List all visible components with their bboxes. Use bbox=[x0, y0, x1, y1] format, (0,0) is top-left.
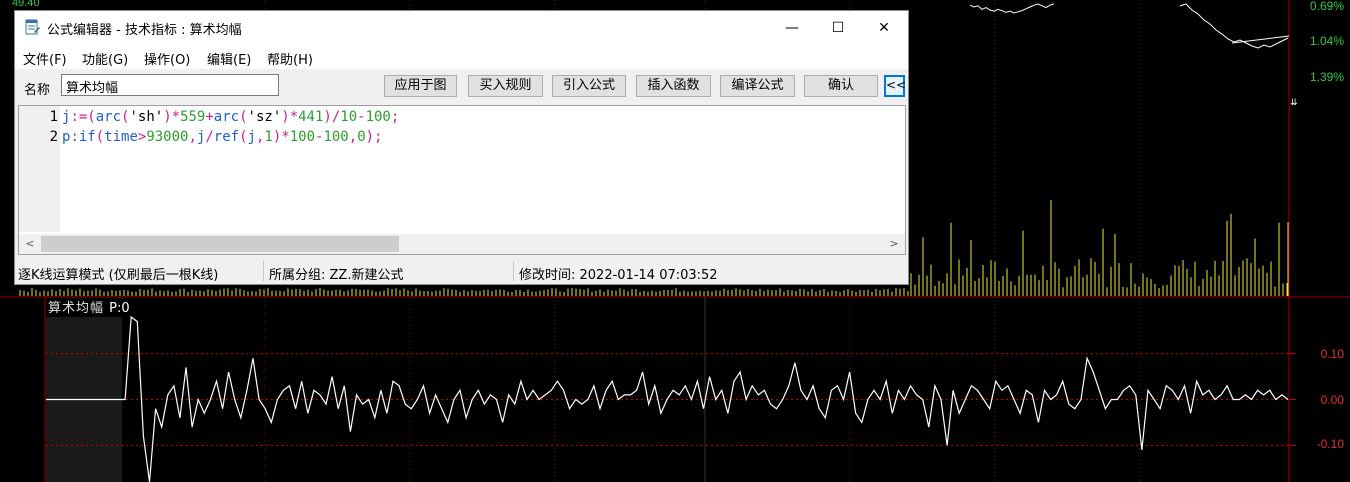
indicator-panel[interactable] bbox=[46, 315, 1296, 482]
code-token: : bbox=[70, 129, 79, 145]
axis-scroll-down-icon[interactable]: ⇊ bbox=[1290, 98, 1300, 108]
code-token: :=( bbox=[70, 109, 96, 125]
menu-operation[interactable]: 操作(O) bbox=[144, 49, 190, 68]
status-modified: 修改时间: 2022-01-14 07:03:52 bbox=[519, 268, 718, 283]
code-token: 100 bbox=[365, 109, 391, 125]
code-token: 'sz' bbox=[247, 109, 282, 125]
line-number-gutter: 1 2 bbox=[19, 106, 60, 232]
code-token: / bbox=[205, 129, 214, 145]
code-token: 10 bbox=[340, 109, 358, 125]
indicator-title: 算术均幅 P:0 bbox=[48, 297, 130, 316]
maximize-button[interactable]: ☐ bbox=[815, 11, 861, 44]
code-token: ); bbox=[365, 129, 383, 145]
name-input[interactable]: 算术均幅 bbox=[61, 74, 279, 96]
menu-function[interactable]: 功能(G) bbox=[82, 49, 128, 68]
code-token: 1 bbox=[264, 129, 273, 145]
window-title: 公式编辑器 - 技术指标 : 算术均幅 bbox=[47, 23, 242, 38]
code-token: 100 bbox=[289, 129, 316, 145]
status-group: 所属分组: ZZ.新建公式 bbox=[269, 268, 404, 283]
code-token: 100 bbox=[323, 129, 349, 145]
minimize-icon: — bbox=[785, 19, 799, 36]
code-token: 'sh' bbox=[129, 109, 164, 125]
scroll-left-icon[interactable]: < bbox=[21, 235, 39, 253]
code-token: + bbox=[205, 109, 214, 125]
code-token: ( bbox=[95, 129, 105, 145]
indicator-tick-2: -0.10 bbox=[1316, 437, 1344, 451]
code-token: 93000 bbox=[146, 129, 189, 145]
code-token: ) bbox=[281, 109, 290, 125]
code-token: j bbox=[247, 129, 256, 145]
code-token: * bbox=[171, 109, 181, 125]
status-mode: 逐K线运算模式 (仅刷最后一根K线) bbox=[18, 268, 219, 283]
name-label: 名称 bbox=[24, 83, 51, 98]
code-token: if bbox=[78, 129, 96, 145]
line-number-2: 2 bbox=[49, 129, 58, 145]
right-pct-label-3: 1.39% bbox=[1309, 70, 1344, 84]
status-divider bbox=[513, 261, 514, 281]
scroll-right-icon[interactable]: > bbox=[885, 235, 903, 253]
code-token: ; bbox=[390, 109, 400, 125]
formula-editor-window[interactable]: 公式编辑器 - 技术指标 : 算术均幅 — ☐ ✕ 文件(F) 功能(G) 操作… bbox=[14, 10, 909, 285]
close-button[interactable]: ✕ bbox=[861, 11, 907, 44]
menu-file[interactable]: 文件(F) bbox=[23, 49, 67, 68]
collapse-panel-button[interactable]: << bbox=[884, 75, 906, 97]
status-bar: 逐K线运算模式 (仅刷最后一根K线) 所属分组: ZZ.新建公式 修改时间: 2… bbox=[15, 258, 908, 284]
buy-rule-button[interactable]: 买入规则 bbox=[468, 75, 543, 97]
insert-function-button[interactable]: 插入函数 bbox=[636, 75, 711, 97]
price-line-area bbox=[969, 3, 1290, 49]
code-line-2[interactable]: p:if(time>93000,j/ref(j,1)*100-100,0); bbox=[62, 129, 382, 145]
code-token: - bbox=[357, 109, 366, 125]
code-token: 559 bbox=[180, 109, 206, 125]
menu-edit[interactable]: 编辑(E) bbox=[207, 49, 251, 68]
code-token: , bbox=[188, 129, 197, 145]
indicator-value: P:0 bbox=[109, 301, 130, 316]
price-line bbox=[969, 3, 1055, 14]
code-token: ) bbox=[163, 109, 172, 125]
code-token: arc bbox=[95, 109, 122, 125]
code-token: ( bbox=[239, 129, 248, 145]
code-token: 0 bbox=[357, 129, 366, 145]
apply-to-chart-button[interactable]: 应用于图 bbox=[384, 75, 457, 97]
code-token: ref bbox=[213, 129, 240, 145]
code-line-1[interactable]: j:=(arc('sh')*559+arc('sz')*441)/10-100; bbox=[62, 109, 399, 125]
minimize-button[interactable]: — bbox=[769, 11, 815, 44]
right-pct-label-1: 0.69% bbox=[1309, 0, 1344, 13]
horizontal-scrollbar[interactable]: < > bbox=[19, 234, 905, 254]
code-token: arc bbox=[213, 109, 240, 125]
price-line bbox=[1179, 3, 1289, 49]
left-price-label: 49.40 bbox=[12, 0, 40, 9]
import-formula-button[interactable]: 引入公式 bbox=[552, 75, 626, 97]
toolbar: 名称 算术均幅 应用于图 买入规则 引入公式 插入函数 编译公式 确认 << bbox=[15, 69, 908, 104]
line-number-1: 1 bbox=[49, 109, 58, 125]
indicator-name: 算术均幅 bbox=[48, 301, 105, 316]
menu-bar: 文件(F) 功能(G) 操作(O) 编辑(E) 帮助(H) bbox=[15, 44, 908, 69]
menu-help[interactable]: 帮助(H) bbox=[267, 49, 313, 68]
indicator-tick-1: 0.00 bbox=[1320, 393, 1344, 407]
scrollbar-thumb[interactable] bbox=[41, 236, 399, 252]
notepad-icon bbox=[25, 19, 40, 35]
code-editor[interactable]: 1 2 j:=(arc('sh')*559+arc('sz')*441)/10-… bbox=[18, 105, 906, 255]
compile-formula-button[interactable]: 编译公式 bbox=[720, 75, 795, 97]
code-token: * bbox=[289, 109, 299, 125]
indicator-tick-0: 0.10 bbox=[1320, 347, 1344, 361]
code-token: , bbox=[348, 129, 358, 145]
right-pct-label-2: 1.04% bbox=[1309, 34, 1344, 48]
code-token: 441 bbox=[298, 109, 324, 125]
code-token: )/ bbox=[323, 109, 341, 125]
code-token: time bbox=[104, 129, 138, 145]
close-icon: ✕ bbox=[878, 19, 890, 36]
maximize-icon: ☐ bbox=[831, 19, 845, 36]
title-bar[interactable]: 公式编辑器 - 技术指标 : 算术均幅 — ☐ ✕ bbox=[15, 11, 908, 44]
status-divider bbox=[263, 261, 264, 281]
code-token: * bbox=[281, 129, 290, 145]
code-token: ( bbox=[239, 109, 248, 125]
confirm-button[interactable]: 确认 bbox=[804, 75, 878, 97]
